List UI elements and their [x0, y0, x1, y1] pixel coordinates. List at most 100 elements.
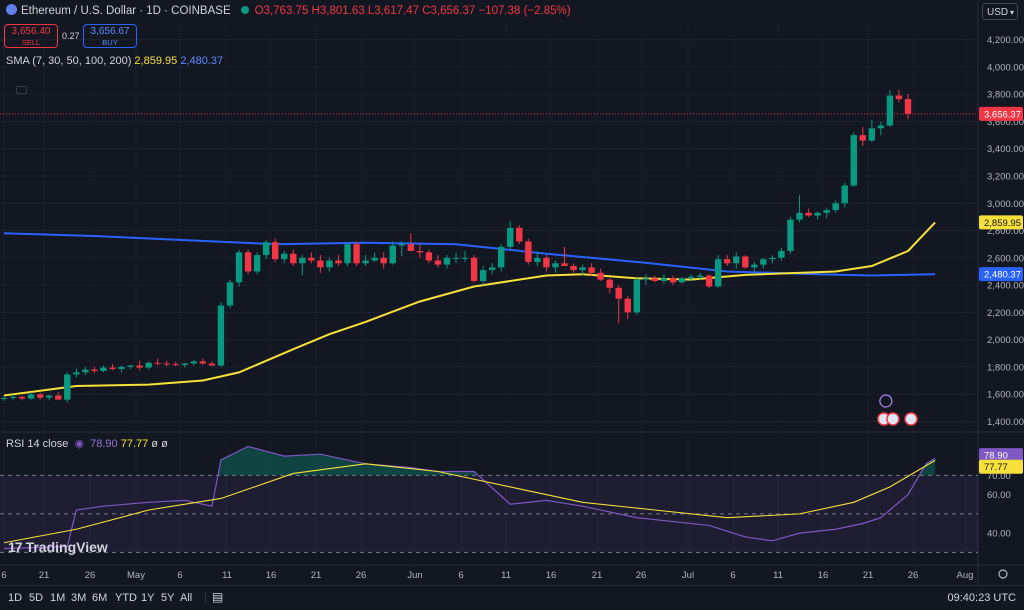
- candle-body: [733, 256, 740, 264]
- candle-body: [624, 298, 631, 313]
- sma-blue-label: 2,480.37: [984, 270, 1021, 281]
- currency-selector[interactable]: USD ▾: [982, 3, 1018, 20]
- sma-label: SMA (7, 30, 50, 100, 200): [6, 55, 132, 67]
- candle-body: [516, 227, 523, 242]
- candle-body: [904, 99, 912, 114]
- candle-body: [507, 227, 514, 247]
- range-1d[interactable]: 1D: [8, 592, 22, 604]
- rsi-settings-icon[interactable]: ◉: [74, 438, 84, 450]
- candle-body: [73, 372, 80, 375]
- ethereum-icon: [6, 4, 17, 15]
- rsi-legend[interactable]: RSI 14 close ◉ 78.90 77.77 ø ø: [6, 437, 168, 450]
- candle-body: [253, 255, 261, 272]
- buy-button[interactable]: 3,656.67 BUY: [83, 24, 137, 48]
- range-1m[interactable]: 1M: [50, 592, 65, 604]
- close-value: C3,656.37: [422, 5, 476, 17]
- candle-body: [687, 276, 695, 279]
- range-ytd[interactable]: YTD: [115, 592, 137, 604]
- candle-body: [651, 278, 659, 281]
- range-5d[interactable]: 5D: [29, 592, 43, 604]
- time-tick-label: 16: [546, 570, 557, 581]
- candle-body: [823, 210, 830, 213]
- time-tick-label: 16: [266, 570, 277, 581]
- range-6m[interactable]: 6M: [92, 592, 107, 604]
- price-tick-label: 2,200.00: [987, 308, 1024, 319]
- candle-body: [760, 259, 767, 265]
- candle-body: [534, 257, 541, 262]
- range-all[interactable]: All: [180, 592, 192, 604]
- candle-body: [814, 212, 821, 216]
- range-1y[interactable]: 1Y: [141, 592, 154, 604]
- buy-price: 3,656.67: [90, 26, 130, 37]
- sell-button[interactable]: 3,656.40 SELL: [4, 24, 58, 48]
- lightning-event-icon: [879, 394, 893, 408]
- sell-price: 3,656.40: [11, 26, 51, 37]
- symbol-title[interactable]: Ethereum / U.S. Dollar · 1D · COINBASE: [21, 5, 231, 17]
- price-tick-label: 4,200.00: [987, 35, 1024, 46]
- candle-body: [796, 212, 803, 220]
- candle-body: [461, 257, 469, 259]
- rsi-label: RSI 14 close: [6, 438, 69, 450]
- candle-body: [886, 95, 894, 126]
- time-tick-label: Jun: [407, 570, 422, 581]
- candle-body: [642, 278, 650, 280]
- candle-body: [615, 287, 622, 299]
- date-range-icon[interactable]: ▤: [212, 590, 223, 604]
- candle-body: [895, 95, 903, 100]
- candle-body: [660, 278, 668, 281]
- range-3m[interactable]: 3M: [71, 592, 86, 604]
- candle-body: [452, 257, 460, 259]
- utc-clock[interactable]: 09:40:23 UTC: [948, 592, 1016, 604]
- candle-body: [272, 242, 279, 260]
- time-tick-label: 11: [222, 570, 232, 581]
- candle-body: [380, 257, 387, 264]
- time-tick-label: Aug: [957, 570, 974, 581]
- candle-body: [850, 135, 857, 186]
- candle-body: [498, 246, 505, 268]
- candle-body: [389, 245, 396, 264]
- candle-body: [136, 365, 143, 368]
- price-tick-label: 1,800.00: [987, 362, 1024, 373]
- chart-root: 1,400.00 1,600.00 1,800.00 2,000.00 2,200.00…: [0, 0, 1024, 609]
- time-tick-label: 26: [85, 570, 96, 581]
- time-tick-label: Jul: [682, 570, 694, 581]
- time-tick-label: 21: [39, 570, 50, 581]
- candle-body: [235, 252, 243, 283]
- candle-body: [299, 257, 306, 264]
- candle-body: [561, 263, 568, 266]
- time-tick-label: 11: [773, 570, 783, 581]
- candle-body: [0, 398, 8, 399]
- rsi-b-value: 77.77: [120, 438, 149, 450]
- price-chart[interactable]: 1,400.00 1,600.00 1,800.00 2,000.00 2,200.00…: [0, 0, 1024, 609]
- price-tick-label: 4,000.00: [987, 62, 1024, 73]
- range-5y[interactable]: 5Y: [161, 592, 174, 604]
- sma-blue-line: [3, 232, 936, 277]
- candle-body: [27, 394, 35, 399]
- candle-body: [669, 278, 677, 283]
- candle-body: [208, 363, 216, 366]
- logo-text: TradingView: [25, 539, 108, 555]
- candle-body: [154, 362, 161, 364]
- candle-body: [145, 362, 152, 368]
- candle-body: [100, 367, 107, 371]
- time-tick-label: 26: [636, 570, 647, 581]
- tradingview-logo: 17 TradingView: [8, 539, 108, 555]
- price-tick-label: 1,400.00: [987, 417, 1024, 428]
- rsi-tick-label: 60.00: [987, 490, 1011, 501]
- flag-event-icon: [904, 412, 918, 426]
- change-value: −107.38 (−2.85%): [478, 5, 571, 17]
- candle-body: [570, 266, 577, 271]
- time-tick-label: 26: [356, 570, 367, 581]
- candle-body: [344, 244, 351, 264]
- price-tick-label: 3,200.00: [987, 172, 1024, 183]
- candle-body: [841, 185, 848, 204]
- rsi-tick-label: 40.00: [987, 529, 1011, 540]
- candle-body: [488, 267, 496, 271]
- sma-legend[interactable]: SMA (7, 30, 50, 100, 200) 2,859.95 2,480…: [6, 55, 223, 67]
- collapse-legend-button[interactable]: [16, 86, 27, 94]
- candle-body: [705, 275, 713, 287]
- candle-body: [262, 242, 270, 256]
- sma-a-value: 2,859.95: [134, 55, 178, 67]
- rsi-ma-value-label: 77.77: [984, 462, 1008, 473]
- candle-body: [326, 260, 333, 268]
